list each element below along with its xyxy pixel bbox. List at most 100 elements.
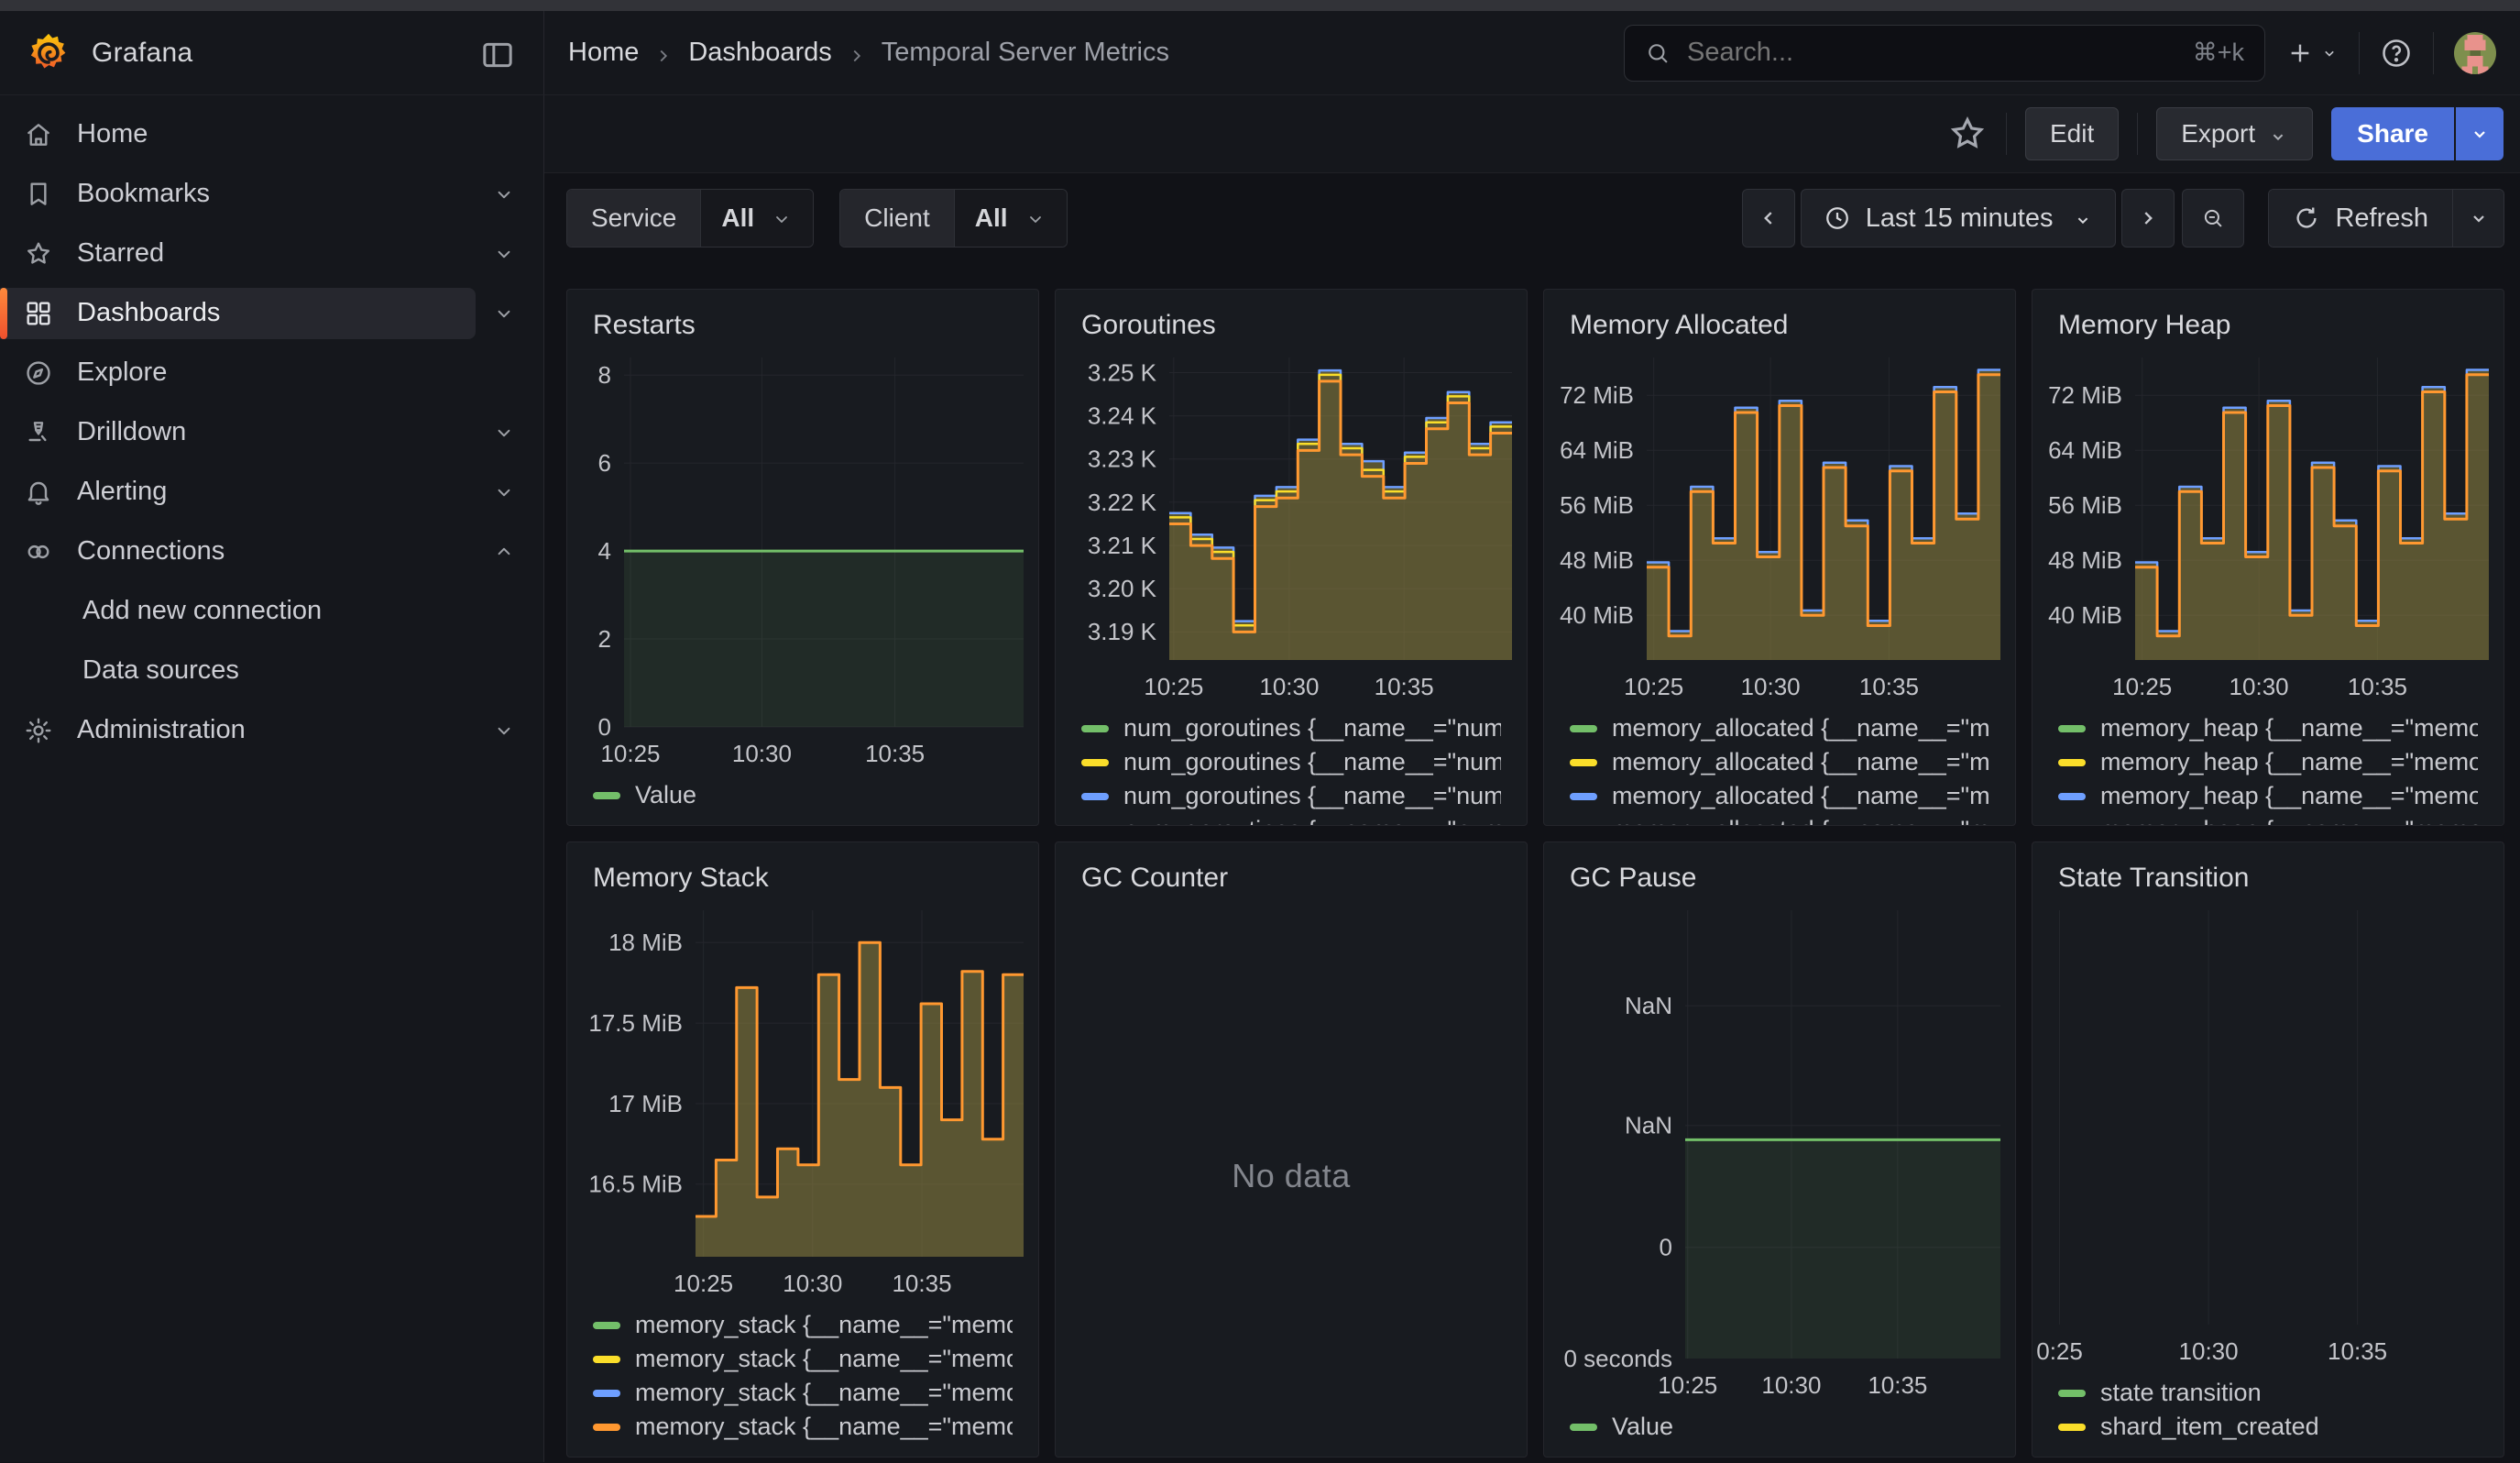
share-button[interactable]: Share <box>2331 107 2454 160</box>
legend-item[interactable]: Value <box>1570 1410 1989 1444</box>
panel-title[interactable]: State Transition <box>2032 842 2504 896</box>
legend-label: num_goroutines {__name__="num_go <box>1123 748 1501 776</box>
sidebar-item-data-sources[interactable]: Data sources <box>0 645 532 697</box>
chart-canvas[interactable]: 3.19 K3.20 K3.21 K3.22 K3.23 K3.24 K3.25… <box>1056 343 1527 710</box>
svg-text:10:30: 10:30 <box>1741 673 1801 700</box>
panel-legend: memory_allocated {__name__="memomemory_a… <box>1544 710 2015 825</box>
panel-title[interactable]: GC Pause <box>1544 842 2015 896</box>
panel-gc-counter: GC CounterNo data <box>1055 842 1528 1458</box>
favorite-star-icon[interactable] <box>1947 114 1988 154</box>
breadcrumb-home[interactable]: Home <box>568 38 639 68</box>
breadcrumb: Home Dashboards Temporal Server Metrics <box>568 38 1169 68</box>
variable-service-dropdown[interactable]: ServiceAll <box>566 189 814 248</box>
legend-item[interactable]: memory_allocated {__name__="memo <box>1570 813 1989 825</box>
legend-swatch <box>2058 1424 2086 1431</box>
add-new-button[interactable] <box>2285 38 2339 68</box>
legend-item[interactable]: memory_heap {__name__="memory_h <box>2058 745 2478 779</box>
legend-item[interactable]: memory_allocated {__name__="memo <box>1570 779 1989 813</box>
legend-label: memory_allocated {__name__="memo <box>1612 748 1989 776</box>
panel-title[interactable]: Memory Stack <box>567 842 1038 896</box>
svg-text:72 MiB: 72 MiB <box>2048 381 2122 409</box>
legend-item[interactable]: memory_stack {__name__="memory_s <box>593 1376 1013 1410</box>
chart-canvas[interactable]: NaNNaN00 seconds10:2510:3010:35 <box>1544 896 2015 1408</box>
chevron-down-icon[interactable] <box>476 288 532 339</box>
variable-value[interactable]: All <box>700 190 813 247</box>
legend-label: memory_heap {__name__="memory_h <box>2100 748 2478 776</box>
panel-title[interactable]: Memory Allocated <box>1544 290 2015 343</box>
legend-item[interactable]: shard_item_created <box>2058 1410 2478 1444</box>
sidebar-item-drilldown[interactable]: Drilldown <box>0 407 476 458</box>
chart-canvas[interactable]: 16.5 MiB17 MiB17.5 MiB18 MiB10:2510:3010… <box>567 896 1038 1306</box>
avatar[interactable] <box>2454 32 2496 74</box>
sidebar-item-dashboards[interactable]: Dashboards <box>0 288 476 339</box>
variable-label: Service <box>567 190 700 247</box>
legend-item[interactable]: memory_heap {__name__="memory_h <box>2058 813 2478 825</box>
panel-title[interactable]: Goroutines <box>1056 290 1527 343</box>
chevron-down-icon[interactable] <box>476 228 532 280</box>
refresh-interval-dropdown[interactable] <box>2452 190 2504 247</box>
drilldown-icon <box>24 418 53 447</box>
svg-text:0: 0 <box>1660 1234 1672 1261</box>
help-button[interactable] <box>2380 37 2413 70</box>
mega-menu-dock-icon[interactable] <box>479 37 516 70</box>
svg-text:10:30: 10:30 <box>783 1270 842 1297</box>
legend-item[interactable]: state transition <box>2058 1376 2478 1410</box>
svg-text:NaN: NaN <box>1625 1112 1672 1139</box>
chevron-down-icon[interactable] <box>476 407 532 458</box>
export-button[interactable]: Export <box>2156 107 2313 160</box>
zoom-out-button[interactable] <box>2182 189 2244 248</box>
legend-item[interactable]: memory_allocated {__name__="memo <box>1570 745 1989 779</box>
legend-item[interactable]: memory_stack {__name__="memory_s <box>593 1410 1013 1444</box>
clock-icon <box>1824 204 1851 232</box>
panel-title[interactable]: Restarts <box>567 290 1038 343</box>
legend-item[interactable]: Value <box>593 778 1013 812</box>
sidebar-item-administration[interactable]: Administration <box>0 705 476 756</box>
sidebar-item-starred[interactable]: Starred <box>0 228 476 280</box>
panel-title[interactable]: GC Counter <box>1056 842 1527 896</box>
legend-item[interactable]: num_goroutines {__name__="num_go <box>1081 813 1501 825</box>
legend-item[interactable]: num_goroutines {__name__="num_go <box>1081 745 1501 779</box>
chevron-down-icon[interactable] <box>476 169 532 220</box>
legend-item[interactable]: num_goroutines {__name__="num_go <box>1081 711 1501 745</box>
legend-item[interactable]: memory_stack {__name__="memory_s <box>593 1308 1013 1342</box>
grid-icon <box>24 299 53 328</box>
chevron-up-icon[interactable] <box>476 526 532 578</box>
sidebar-item-alerting[interactable]: Alerting <box>0 467 476 518</box>
sidebar-item-connections[interactable]: Connections <box>0 526 476 578</box>
variable-value[interactable]: All <box>954 190 1067 247</box>
legend-item[interactable]: memory_heap {__name__="memory_h <box>2058 779 2478 813</box>
chart-canvas[interactable]: 40 MiB48 MiB56 MiB64 MiB72 MiB10:2510:30… <box>2032 343 2504 710</box>
search-input[interactable] <box>1685 37 2178 69</box>
sidebar-item-home[interactable]: Home <box>0 109 532 160</box>
legend-item[interactable]: memory_stack {__name__="memory_s <box>593 1342 1013 1376</box>
grafana-logo-icon[interactable] <box>27 32 70 74</box>
svg-text:10:35: 10:35 <box>892 1270 951 1297</box>
chart-canvas[interactable]: 0246810:2510:3010:35 <box>567 343 1038 776</box>
variable-client-dropdown[interactable]: ClientAll <box>839 189 1067 248</box>
chevron-down-icon[interactable] <box>476 467 532 518</box>
chart-canvas[interactable]: 0:2510:3010:35 <box>2032 896 2504 1374</box>
sidebar-item-add-new-connection[interactable]: Add new connection <box>0 586 532 637</box>
sidebar-item-bookmarks[interactable]: Bookmarks <box>0 169 476 220</box>
svg-text:10:35: 10:35 <box>1375 673 1434 700</box>
breadcrumb-dashboards[interactable]: Dashboards <box>688 38 831 68</box>
panel-title[interactable]: Memory Heap <box>2032 290 2504 343</box>
chevron-down-icon[interactable] <box>476 705 532 756</box>
time-range-picker[interactable]: Last 15 minutes <box>1801 189 2117 248</box>
svg-text:56 MiB: 56 MiB <box>1560 491 1634 519</box>
svg-text:10:30: 10:30 <box>732 740 792 767</box>
time-forward-button[interactable] <box>2121 189 2175 248</box>
sidebar-item-explore[interactable]: Explore <box>0 347 532 399</box>
legend-item[interactable]: memory_heap {__name__="memory_h <box>2058 711 2478 745</box>
svg-text:3.20 K: 3.20 K <box>1088 575 1157 602</box>
share-dropdown-button[interactable] <box>2454 107 2504 160</box>
svg-text:10:30: 10:30 <box>2179 1337 2239 1365</box>
refresh-button[interactable]: Refresh <box>2269 190 2452 247</box>
edit-button[interactable]: Edit <box>2025 107 2119 160</box>
legend-item[interactable]: memory_allocated {__name__="memo <box>1570 711 1989 745</box>
search-box[interactable]: ⌘+k <box>1624 25 2265 82</box>
chart-canvas[interactable]: 40 MiB48 MiB56 MiB64 MiB72 MiB10:2510:30… <box>1544 343 2015 710</box>
legend-item[interactable]: num_goroutines {__name__="num_go <box>1081 779 1501 813</box>
star-icon <box>24 239 53 269</box>
time-back-button[interactable] <box>1742 189 1795 248</box>
